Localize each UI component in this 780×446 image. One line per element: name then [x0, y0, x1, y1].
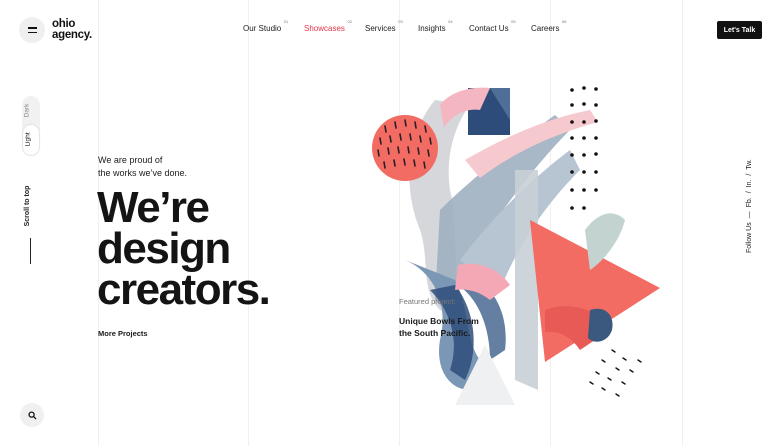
- nav-services[interactable]: Services 03: [365, 19, 403, 33]
- follow-us-label: Follow Us: [746, 222, 753, 253]
- search-button[interactable]: [20, 403, 44, 427]
- intro-line-2: the works we’ve done.: [98, 168, 188, 178]
- nav-label: Services: [365, 24, 396, 33]
- nav-insights[interactable]: Insights 04: [418, 19, 453, 33]
- social-links: Follow Us — Fb. / In. / Tw.: [746, 159, 753, 254]
- scroll-line: [30, 238, 31, 264]
- nav-our-studio[interactable]: Our Studio 01: [243, 19, 288, 33]
- nav-label: Contact Us: [469, 24, 509, 33]
- nav-contact-us[interactable]: Contact Us 05: [469, 19, 516, 33]
- slash-separator: /: [746, 191, 753, 194]
- nav-careers[interactable]: Careers 06: [531, 19, 566, 33]
- featured-title-line-2: the South Pacific.: [399, 328, 471, 338]
- hero-headline: We’re design creators.: [97, 183, 271, 314]
- featured-project-title[interactable]: Unique Bowls From the South Pacific.: [399, 315, 479, 339]
- slash-separator: /: [746, 173, 753, 176]
- featured-artwork[interactable]: [340, 60, 670, 410]
- intro-line-1: We are proud of: [98, 155, 163, 165]
- nav-label: Our Studio: [243, 24, 282, 33]
- nav-number: 04: [448, 19, 453, 24]
- nav-number: 03: [398, 19, 403, 24]
- featured-label: Featured project:: [399, 297, 456, 306]
- grid-line: [682, 0, 683, 446]
- search-icon: [27, 410, 37, 420]
- twitter-link[interactable]: Tw.: [746, 159, 753, 170]
- linkedin-link[interactable]: In.: [746, 180, 753, 188]
- headline-line-3: creators.: [97, 265, 271, 314]
- scroll-to-top-link[interactable]: Scroll to top: [24, 176, 31, 236]
- nav-number: 06: [562, 19, 567, 24]
- featured-title-line-1: Unique Bowls From: [399, 316, 479, 326]
- nav-label: Careers: [531, 24, 560, 33]
- dash-separator: —: [746, 211, 753, 219]
- nav-number: 05: [511, 19, 516, 24]
- theme-toggle[interactable]: Dark Light: [22, 96, 40, 156]
- nav-label: Insights: [418, 24, 446, 33]
- main-nav: Our Studio 01 Showcases 02 Services 03 I…: [0, 19, 780, 40]
- theme-dark-option[interactable]: Dark: [23, 104, 30, 118]
- nav-number: 02: [347, 19, 352, 24]
- theme-light-option[interactable]: Light: [25, 132, 32, 146]
- more-projects-link[interactable]: More Projects: [98, 329, 148, 338]
- nav-number: 01: [283, 19, 289, 24]
- headline-line-1: We’re: [97, 183, 210, 232]
- headline-line-2: design: [97, 224, 231, 273]
- nav-label: Showcases: [304, 24, 345, 33]
- intro-text: We are proud of the works we’ve done.: [98, 154, 187, 180]
- lets-talk-button[interactable]: Let's Talk: [717, 21, 762, 39]
- nav-showcases[interactable]: Showcases 02: [304, 19, 352, 33]
- facebook-link[interactable]: Fb.: [746, 197, 753, 207]
